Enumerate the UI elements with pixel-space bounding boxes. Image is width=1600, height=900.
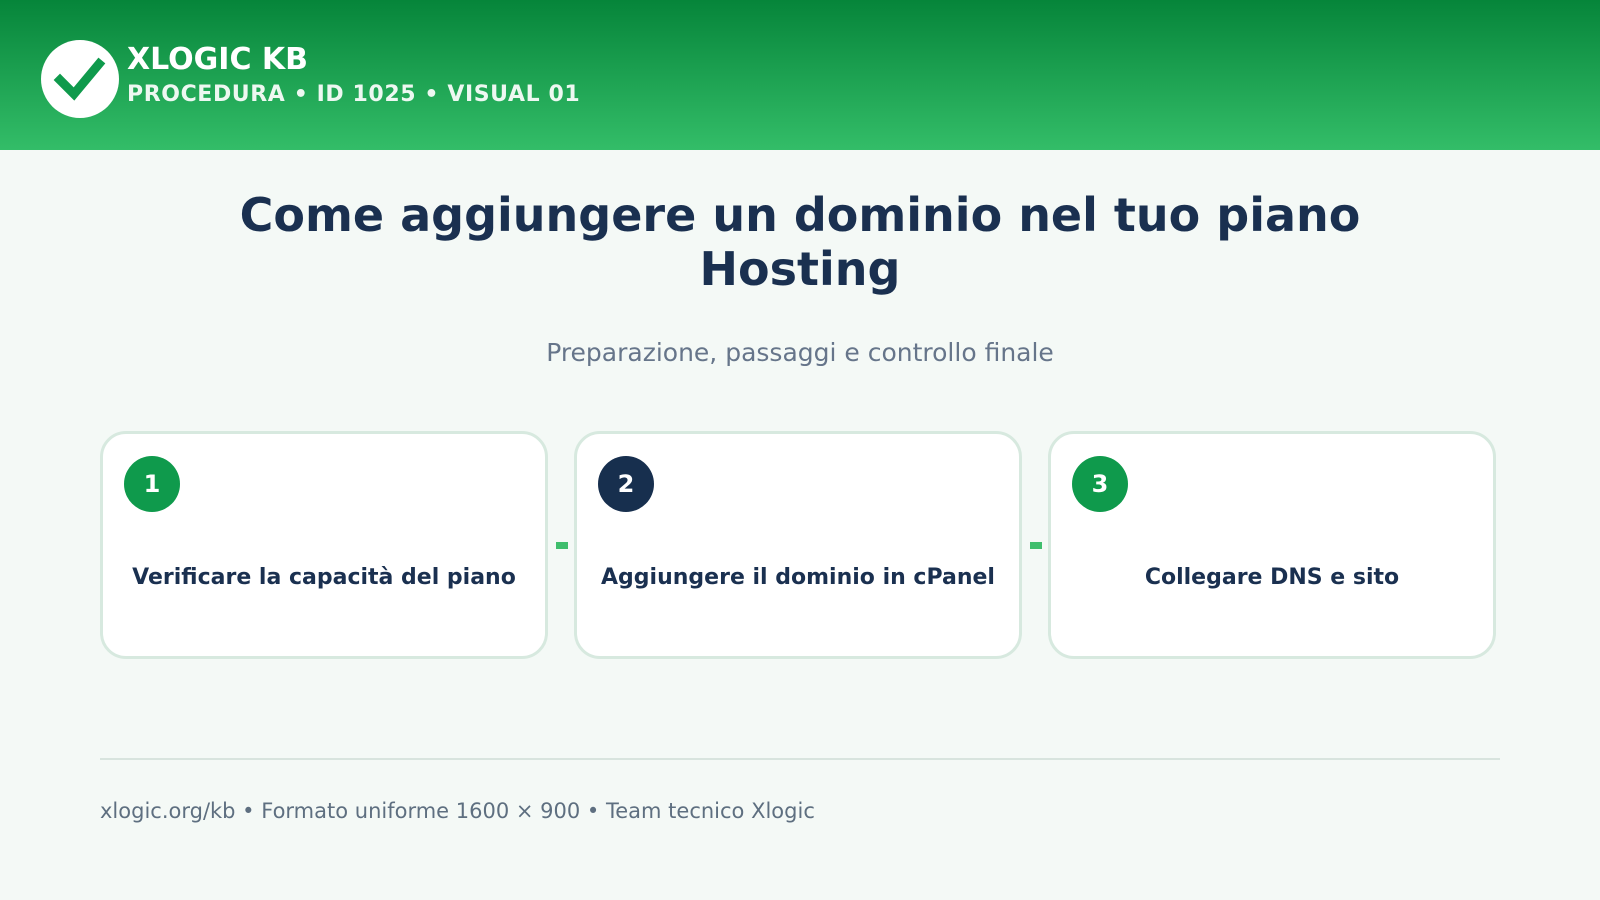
brand-name: XLOGIC KB xyxy=(127,42,309,77)
step-card-2: 2 Aggiungere il dominio in cPanel xyxy=(574,431,1022,659)
step-connector xyxy=(1030,542,1042,549)
header-banner: XLOGIC KB PROCEDURA • ID 1025 • VISUAL 0… xyxy=(0,0,1600,150)
step-label: Aggiungere il dominio in cPanel xyxy=(601,565,995,590)
step-card-3: 3 Collegare DNS e sito xyxy=(1048,431,1496,659)
brand-subtitle: PROCEDURA • ID 1025 • VISUAL 01 xyxy=(127,82,581,107)
step-number-badge: 1 xyxy=(124,456,180,512)
page-subtitle: Preparazione, passaggi e controllo final… xyxy=(546,338,1054,367)
step-label: Verificare la capacità del piano xyxy=(132,565,516,590)
page-title: Come aggiungere un dominio nel tuo piano… xyxy=(239,188,1361,296)
footer-text: xlogic.org/kb • Formato uniforme 1600 × … xyxy=(100,799,815,823)
check-icon xyxy=(53,57,106,101)
step-number-badge: 3 xyxy=(1072,456,1128,512)
step-label: Collegare DNS e sito xyxy=(1144,565,1400,590)
logo xyxy=(41,40,119,118)
step-number-badge: 2 xyxy=(598,456,654,512)
step-connector xyxy=(556,542,568,549)
footer-divider xyxy=(100,758,1500,760)
step-card-1: 1 Verificare la capacità del piano xyxy=(100,431,548,659)
